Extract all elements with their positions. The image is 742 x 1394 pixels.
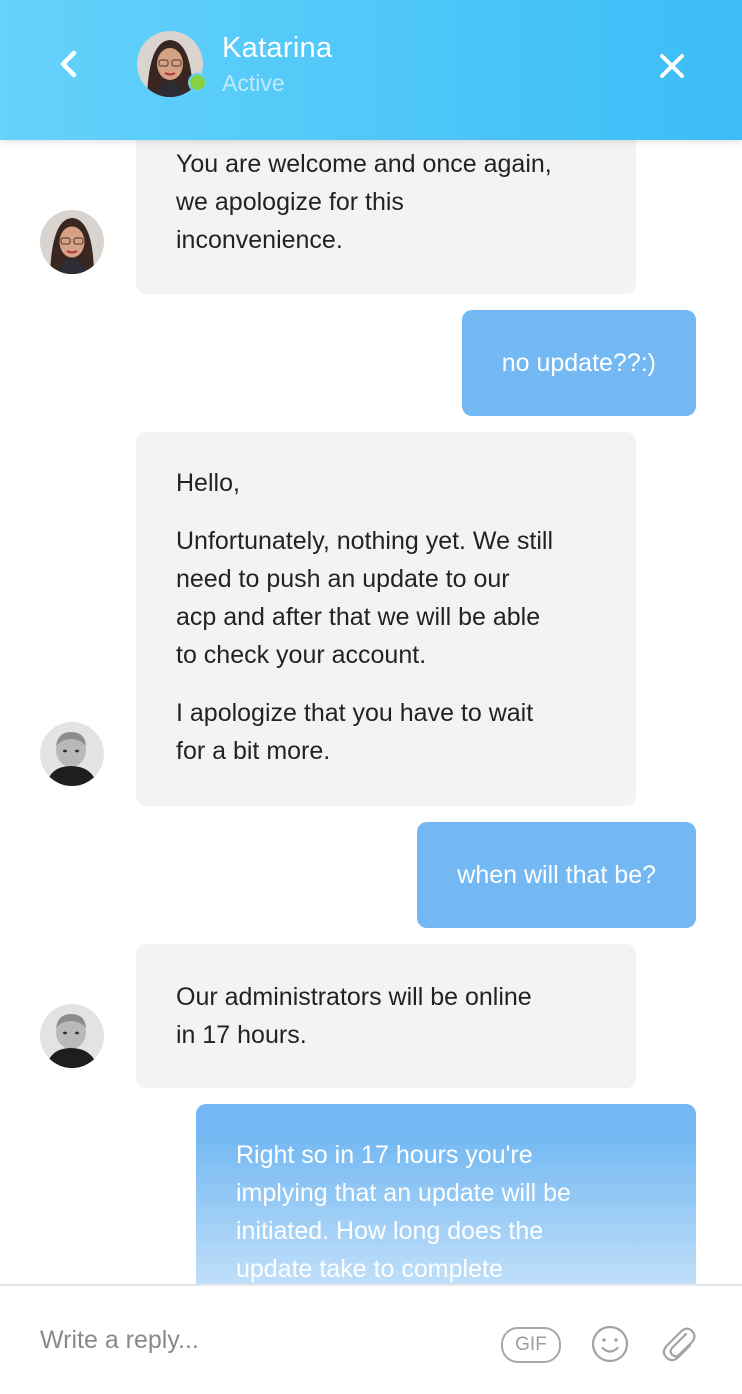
message-line: I apologize that you have to wait (176, 699, 534, 727)
agent-message: Our administrators will be online in 17 … (136, 944, 636, 1088)
smiley-icon (591, 1325, 629, 1363)
attach-button[interactable] (659, 1322, 699, 1364)
message-line: inconvenience. (176, 226, 343, 254)
message-line: Our administrators will be online (176, 983, 532, 1011)
message-line: for a bit more. (176, 737, 331, 765)
chevron-left-icon (60, 50, 77, 78)
message-text: when will that be? (457, 861, 656, 889)
message-line: implying that an update will be (236, 1179, 571, 1207)
paperclip-icon (662, 1327, 696, 1362)
agent-avatar-3 (40, 1004, 104, 1068)
agent-avatar-2 (40, 722, 104, 786)
contact-name: Katarina (222, 32, 333, 64)
message-line: Unfortunately, nothing yet. We still (176, 527, 554, 555)
user-message: Right so in 17 hours you're implying tha… (196, 1104, 696, 1284)
chat-header: Katarina Active (0, 0, 742, 140)
reply-input[interactable] (40, 1320, 470, 1360)
message-line: You are welcome and once again, (176, 150, 552, 178)
gif-button[interactable]: GIF (501, 1327, 561, 1363)
message-line: to check your account. (176, 641, 427, 669)
message-text: no update??:) (501, 349, 656, 377)
online-status-dot (188, 73, 207, 92)
user-message: no update??:) (461, 310, 696, 416)
agent-message: You are welcome and once again, we apolo… (136, 140, 636, 294)
message-line: in 17 hours. (176, 1021, 307, 1049)
close-button[interactable] (648, 42, 696, 90)
agent-message: Hello, Unfortunately, nothing yet. We st… (136, 432, 636, 806)
message-line: update take to complete (236, 1255, 503, 1283)
message-line: Hello, (176, 469, 240, 497)
back-button[interactable] (44, 40, 92, 88)
agent-avatar (40, 210, 104, 274)
message-line: acp and after that we will be able (176, 603, 541, 631)
message-line: Right so in 17 hours you're (236, 1141, 533, 1169)
message-line: initiated. How long does the (236, 1217, 544, 1245)
close-icon (660, 54, 684, 78)
reply-composer: GIF (0, 1284, 742, 1394)
message-line: need to push an update to our (176, 565, 510, 593)
emoji-button[interactable] (590, 1324, 630, 1364)
message-list[interactable]: You are welcome and once again, we apolo… (0, 140, 742, 1284)
user-message: when will that be? (417, 822, 696, 928)
message-line: we apologize for this (176, 188, 404, 216)
contact-status: Active (222, 70, 285, 96)
